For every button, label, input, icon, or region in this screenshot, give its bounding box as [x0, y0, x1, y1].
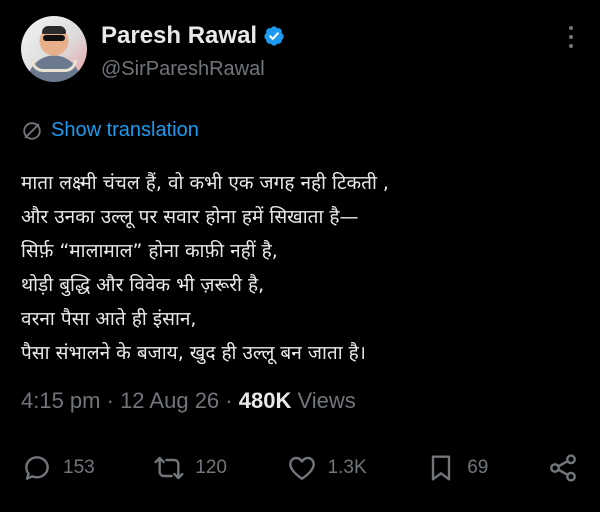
tweet-line: सिर्फ़ “मालामाल” होना काफ़ी नहीं है,	[21, 240, 278, 262]
tweet-date[interactable]: 12 Aug 26	[120, 388, 219, 413]
like-button[interactable]: 1.3K	[286, 452, 367, 484]
name-row: Paresh Rawal	[101, 22, 285, 50]
translate-icon	[23, 121, 41, 140]
show-translation-label: Show translation	[51, 119, 199, 141]
retweet-icon	[154, 456, 184, 480]
tweet-line: माता लक्ष्मी चंचल हैं, वो कभी एक जगह नही…	[21, 172, 389, 194]
display-name[interactable]: Paresh Rawal	[101, 22, 257, 50]
tweet-line: और उनका उल्लू पर सवार होना हमें सिखाता ह…	[21, 206, 359, 228]
bookmark-button[interactable]: 69	[425, 452, 488, 484]
views-count: 480K	[238, 388, 292, 413]
retweet-count: 120	[195, 457, 227, 478]
reply-count: 153	[63, 457, 95, 478]
reply-icon	[25, 456, 49, 480]
tweet-header: Paresh Rawal @SirPareshRawal	[21, 16, 600, 86]
reply-button[interactable]: 153	[21, 452, 95, 484]
retweet-button[interactable]: 120	[153, 452, 227, 484]
avatar-garland	[31, 60, 77, 72]
avatar-hair	[42, 26, 66, 34]
more-dot	[569, 26, 573, 30]
tweet-time[interactable]: 4:15 pm	[21, 388, 101, 413]
tweet-line: पैसा संभालने के बजाय, खुद ही उल्लू बन जा…	[21, 342, 366, 364]
show-translation-button[interactable]: Show translation	[21, 119, 199, 142]
handle[interactable]: @SirPareshRawal	[101, 58, 265, 81]
tweet-line: थोड़ी बुद्धि और विवेक भी ज़रूरी है,	[21, 274, 265, 296]
verified-badge-icon	[264, 26, 284, 46]
more-icon[interactable]	[568, 26, 574, 48]
tweet-text: माता लक्ष्मी चंचल हैं, वो कभी एक जगह नही…	[21, 166, 591, 370]
bookmark-icon	[432, 455, 451, 481]
tweet-meta: 4:15 pm · 12 Aug 26 · 480K Views	[21, 388, 356, 414]
meta-separator: ·	[100, 388, 121, 413]
avatar[interactable]	[21, 16, 87, 82]
tweet-line: वरना पैसा आते ही इंसान,	[21, 308, 197, 330]
action-bar: 153 120 1.3K 69	[21, 448, 579, 488]
bookmark-count: 69	[467, 457, 489, 478]
like-icon	[288, 456, 315, 480]
views-label: Views	[297, 388, 356, 413]
share-icon	[550, 454, 576, 482]
avatar-glasses	[43, 35, 65, 41]
more-dot	[569, 44, 573, 48]
like-count: 1.3K	[327, 457, 367, 478]
share-button[interactable]	[547, 452, 579, 484]
meta-separator: ·	[219, 388, 239, 413]
more-dot	[569, 35, 573, 39]
